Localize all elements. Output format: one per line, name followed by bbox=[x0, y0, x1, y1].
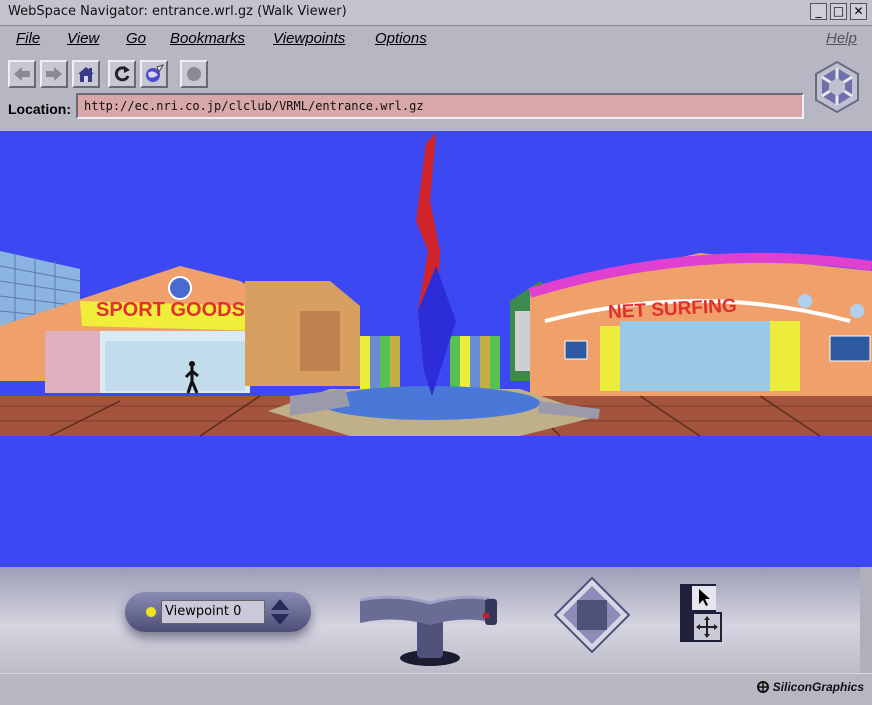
window-title: WebSpace Navigator: entrance.wrl.gz (Wal… bbox=[8, 4, 347, 19]
forward-button[interactable] bbox=[40, 60, 68, 88]
viewpoint-indicator-icon bbox=[146, 607, 156, 617]
menu-viewpoints-label: Viewpoints bbox=[273, 30, 346, 47]
menu-help-label: Help bbox=[826, 30, 857, 47]
location-input[interactable]: http://ec.nri.co.jp/clclub/VRML/entrance… bbox=[76, 93, 804, 119]
viewpoint-selector[interactable]: Viewpoint 0 bbox=[125, 592, 311, 632]
menu-view-label: View bbox=[67, 30, 100, 47]
viewpoint-up-down-icon[interactable] bbox=[269, 597, 291, 627]
menu-go-label: Go bbox=[126, 30, 147, 47]
menu-bar: File View Go Bookmarks Viewpoints Option… bbox=[0, 26, 872, 52]
menu-bookmarks[interactable]: Bookmarks bbox=[170, 30, 245, 47]
forward-arrow-icon bbox=[46, 67, 62, 81]
viewpoint-name[interactable]: Viewpoint 0 bbox=[161, 600, 265, 624]
reload-button[interactable] bbox=[108, 60, 136, 88]
status-bar: SiliconGraphics bbox=[0, 673, 872, 705]
menu-viewpoints[interactable]: Viewpoints bbox=[273, 30, 345, 47]
home-button[interactable] bbox=[72, 60, 100, 88]
close-button[interactable]: ✕ bbox=[850, 3, 867, 20]
vrml-viewport[interactable]: SPORT GOODS NET SURFING bbox=[0, 131, 872, 567]
sgi-brand-icon bbox=[757, 681, 770, 693]
menu-help[interactable]: Help bbox=[826, 30, 857, 47]
menu-bookmarks-label: Bookmarks bbox=[170, 30, 246, 47]
home-icon bbox=[78, 67, 94, 82]
maximize-button[interactable]: □ bbox=[830, 3, 847, 20]
toolbar bbox=[0, 54, 872, 92]
reload-icon bbox=[114, 66, 130, 82]
minimize-button[interactable]: _ bbox=[810, 3, 827, 20]
tool-selector-icon[interactable] bbox=[678, 584, 724, 644]
menu-go[interactable]: Go bbox=[126, 30, 146, 47]
open-world-icon bbox=[146, 64, 164, 82]
menu-view[interactable]: View bbox=[67, 30, 99, 47]
title-bar: WebSpace Navigator: entrance.wrl.gz (Wal… bbox=[0, 0, 872, 26]
scene-render: SPORT GOODS NET SURFING bbox=[0, 133, 872, 437]
menu-options-label: Options bbox=[375, 30, 427, 47]
back-button[interactable] bbox=[8, 60, 36, 88]
back-arrow-icon bbox=[14, 67, 30, 81]
fountain-pool bbox=[320, 386, 540, 420]
dashboard-edge bbox=[860, 567, 872, 673]
menu-file[interactable]: File bbox=[16, 30, 40, 47]
sgi-brand: SiliconGraphics bbox=[757, 680, 864, 694]
stop-button[interactable] bbox=[180, 60, 208, 88]
sport-goods-text: SPORT GOODS bbox=[96, 299, 245, 321]
location-label: Location: bbox=[8, 101, 71, 117]
stop-icon bbox=[187, 67, 201, 81]
open-world-button[interactable] bbox=[140, 60, 168, 88]
menu-options[interactable]: Options bbox=[375, 30, 427, 47]
menu-file-label: File bbox=[16, 30, 41, 47]
location-bar: Location: http://ec.nri.co.jp/clclub/VRM… bbox=[0, 92, 872, 126]
walk-control-icon[interactable] bbox=[355, 585, 505, 673]
sgi-brand-text: SiliconGraphics bbox=[772, 680, 864, 694]
pan-control-icon[interactable] bbox=[553, 576, 631, 654]
